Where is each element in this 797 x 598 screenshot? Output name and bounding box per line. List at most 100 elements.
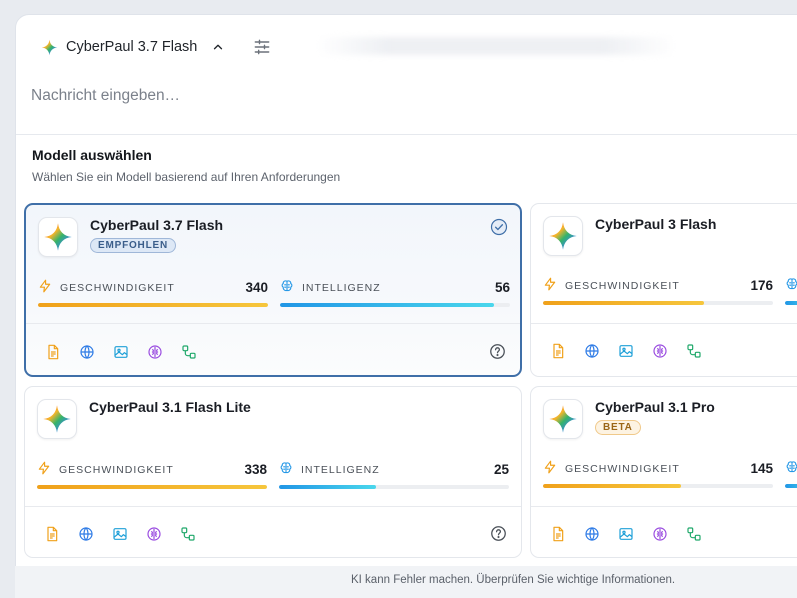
card-divider [531,323,797,324]
document-icon[interactable] [550,343,566,359]
intelligence-metric [785,277,797,313]
model-title: CyberPaul 3.7 Flash [90,217,224,233]
model-card-3-flash[interactable]: CyberPaul 3 Flash GESCHWINDIGKEIT 176 [530,203,797,377]
workflow-icon[interactable] [686,526,702,542]
intelligence-bar-fill [785,301,797,305]
intelligence-metric: INTELLIGENZ 25 [279,461,509,497]
model-title: CyberPaul 3 Flash [595,216,717,232]
intelligence-bar [280,303,510,307]
intelligence-bar-fill [785,484,797,488]
intelligence-bar [785,484,797,488]
sparkle-icon [548,221,578,251]
intelligence-value: 25 [493,462,509,477]
speed-value: 338 [244,462,267,477]
brain-icon [279,461,293,475]
image-icon[interactable] [618,343,634,359]
bolt-icon [37,461,51,475]
section-title: Modell auswählen [32,147,152,163]
image-icon[interactable] [113,344,129,360]
sparkle-icon [42,404,72,434]
speed-bar-fill [543,484,681,488]
speed-label: GESCHWINDIGKEIT [565,463,680,475]
model-title: CyberPaul 3.1 Pro [595,399,715,415]
chevron-up-icon [214,44,223,50]
composer: CyberPaul 3.7 Flash [16,15,797,135]
model-selector-button[interactable]: CyberPaul 3.7 Flash [41,35,225,59]
speed-value: 340 [245,280,268,295]
model-logo [37,399,77,439]
sliders-icon[interactable] [252,37,272,57]
globe-icon[interactable] [78,526,94,542]
document-icon[interactable] [44,526,60,542]
card-divider [26,323,520,324]
speed-bar [543,484,773,488]
speed-metric: GESCHWINDIGKEIT 338 [37,461,267,497]
intelligence-bar-fill [280,303,494,307]
model-logo [38,217,78,257]
card-divider [25,506,521,507]
bolt-icon [543,460,557,474]
beta-badge: BETA [595,420,641,435]
intelligence-metric [785,460,797,496]
help-icon[interactable] [490,525,507,542]
model-card-3-7-flash[interactable]: CyberPaul 3.7 Flash EMPFOHLEN GESCHWINDI… [24,203,522,377]
speed-metric: GESCHWINDIGKEIT 145 [543,460,773,496]
speed-label: GESCHWINDIGKEIT [565,280,680,292]
workflow-icon[interactable] [181,344,197,360]
message-input[interactable] [31,83,631,109]
speed-bar [543,301,773,305]
brain-icon [785,277,797,291]
image-icon[interactable] [618,526,634,542]
sparkle-icon [41,39,58,56]
brain-icon [280,279,294,293]
section-subtitle: Wählen Sie ein Modell basierend auf Ihre… [32,170,341,184]
document-icon[interactable] [550,526,566,542]
workflow-icon[interactable] [686,343,702,359]
bolt-icon [38,279,52,293]
model-logo [543,399,583,439]
blurred-area [316,37,676,55]
model-logo [543,216,583,256]
speed-metric: GESCHWINDIGKEIT 340 [38,279,268,315]
intelligence-bar [785,301,797,305]
intelligence-label: INTELLIGENZ [301,464,380,476]
speed-bar-fill [38,303,268,307]
globe-icon[interactable] [584,343,600,359]
speed-metric: GESCHWINDIGKEIT 176 [543,277,773,313]
sparkle-icon [43,222,73,252]
speed-label: GESCHWINDIGKEIT [59,464,174,476]
speed-bar-fill [37,485,267,489]
disclaimer-text: KI kann Fehler machen. Überprüfen Sie wi… [351,574,676,586]
bolt-icon [543,277,557,291]
chat-panel: CyberPaul 3.7 Flash Modell auswählen Wäh… [15,14,797,598]
reasoning-icon[interactable] [652,343,668,359]
document-icon[interactable] [45,344,61,360]
intelligence-bar [279,485,509,489]
globe-icon[interactable] [79,344,95,360]
card-divider [531,506,797,507]
speed-bar [37,485,267,489]
selected-model-name: CyberPaul 3.7 Flash [66,39,198,55]
brain-icon [785,460,797,474]
speed-bar-fill [543,301,704,305]
workflow-icon[interactable] [180,526,196,542]
image-icon[interactable] [112,526,128,542]
model-card-3-1-pro[interactable]: CyberPaul 3.1 Pro BETA GESCHWINDIGKEIT 1… [530,386,797,558]
speed-value: 176 [750,278,773,293]
sparkle-icon [548,404,578,434]
intelligence-value: 56 [494,280,510,295]
model-card-3-1-flash-lite[interactable]: CyberPaul 3.1 Flash Lite GESCHWINDIGKEIT… [24,386,522,558]
globe-icon[interactable] [584,526,600,542]
intelligence-bar-fill [279,485,376,489]
speed-label: GESCHWINDIGKEIT [60,282,175,294]
recommended-badge: EMPFOHLEN [90,238,176,253]
reasoning-icon[interactable] [146,526,162,542]
reasoning-icon[interactable] [652,526,668,542]
speed-value: 145 [750,461,773,476]
reasoning-icon[interactable] [147,344,163,360]
intelligence-label: INTELLIGENZ [302,282,381,294]
speed-bar [38,303,268,307]
check-circle-icon [490,218,508,236]
model-title: CyberPaul 3.1 Flash Lite [89,399,251,415]
help-icon[interactable] [489,343,506,360]
